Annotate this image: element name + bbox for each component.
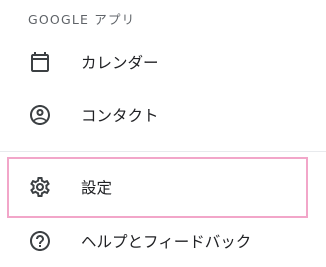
calendar-icon bbox=[31, 52, 49, 72]
account-circle-icon bbox=[30, 105, 50, 125]
menu-item-contacts[interactable]: コンタクト bbox=[0, 90, 326, 140]
section-header: GOOGLE アプリ bbox=[28, 12, 136, 27]
menu-item-help-feedback[interactable]: ヘルプとフィードバック bbox=[0, 216, 326, 266]
menu-item-label: カレンダー bbox=[81, 54, 159, 72]
menu-item-label: ヘルプとフィードバック bbox=[81, 233, 252, 251]
menu-item-calendar[interactable]: カレンダー bbox=[0, 37, 326, 87]
highlight-box bbox=[7, 157, 308, 218]
menu-divider bbox=[0, 151, 326, 152]
help-icon bbox=[30, 231, 50, 251]
menu-item-label: コンタクト bbox=[81, 107, 159, 125]
